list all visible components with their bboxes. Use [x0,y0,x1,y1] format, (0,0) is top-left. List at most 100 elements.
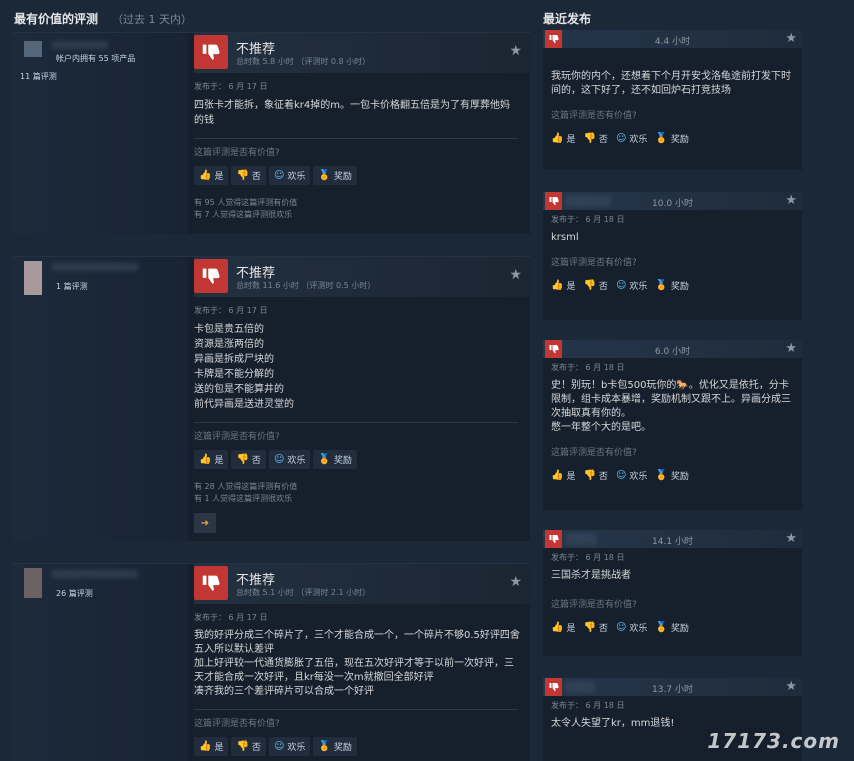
vote-no-button[interactable]: 👎 否 [583,466,607,485]
vote-funny-button[interactable]: ☺ 欢乐 [616,618,647,637]
award-button[interactable]: 🏅 奖励 [655,129,688,148]
award-button[interactable]: 🏅 奖励 [655,618,688,637]
star-icon[interactable]: ★ [509,574,522,590]
vote-yes-button[interactable]: 👍 是 [551,618,575,637]
funny-count: 有 1 人觉得这篇评测很欢乐 [194,494,293,503]
recent-review-header[interactable]: 13.7 小时 ★ [543,678,802,696]
vote-no-button[interactable]: 👎 否 [583,276,607,295]
review-text: 我的好评分成三个碎片了，三个才能合成一个，一个碎片不够0.5好评四舍五入所以默认… [194,630,520,697]
smiley-icon: ☺ [273,170,285,181]
award-button[interactable]: 🏅 奖励 [313,166,357,185]
posted-date: 发布于： 6 月 18 日 [551,553,625,562]
smiley-icon: ☺ [615,280,627,291]
vote-buttons: 👍 是 👎 否 ☺ 欢乐 🏅 奖励 [551,276,794,295]
playtime: 13.7 小时 [652,685,693,695]
star-icon[interactable]: ★ [785,193,797,208]
award-button[interactable]: 🏅 奖励 [313,737,357,756]
vote-funny-button[interactable]: ☺ 欢乐 [616,129,647,148]
funny-count: 有 7 人觉得这篇评测很欢乐 [194,210,293,219]
vote-counts: 有 28 人觉得这篇评测有价值 有 1 人觉得这篇评测很欢乐 [194,481,530,505]
posted-date: 发布于： 6 月 18 日 [551,363,625,372]
vote-yes-button[interactable]: 👍 是 [194,450,229,469]
award-label: 奖励 [670,282,689,292]
vote-buttons: 👍 是 👎 否 ☺ 欢乐 🏅 奖励 [194,737,530,756]
vote-funny-label: 欢乐 [629,282,648,292]
review-count[interactable]: 1 篇评测 [56,281,88,292]
vote-no-button[interactable]: 👎 否 [583,618,607,637]
vote-no-label: 否 [598,624,608,634]
recent-review-header[interactable]: 10.0 小时 ★ [543,192,802,210]
vote-funny-label: 欢乐 [287,172,306,182]
vote-yes-label: 是 [214,743,224,753]
posted-date: 发布于： 6 月 17 日 [194,306,268,315]
award-label: 奖励 [670,624,689,634]
review-text: 我玩你的内个，还想着下个月开安戈洛龟途前打发下时间的，这下好了，还不如回炉石打竞… [551,71,791,96]
star-icon[interactable]: ★ [785,341,797,356]
vote-yes-button[interactable]: 👍 是 [551,129,575,148]
products-owned[interactable]: 帐户内拥有 55 项产品 [56,53,135,64]
posted-date: 发布于： 6 月 18 日 [551,701,625,710]
vote-header[interactable]: 不推荐 总时数 5.1 小时 （评测时 2.1 小时） ★ [194,564,530,604]
review-count[interactable]: 11 篇评测 [20,71,57,82]
vote-no-label: 否 [598,135,608,145]
star-icon[interactable]: ★ [785,31,797,46]
vote-no-button[interactable]: 👎 否 [231,166,266,185]
award-label: 奖励 [670,472,689,482]
star-icon[interactable]: ★ [509,267,522,283]
recent-review-header[interactable]: 4.4 小时 ★ [543,30,802,48]
vote-counts: 有 95 人觉得这篇评测有价值 有 7 人觉得这篇评测很欢乐 [194,197,530,221]
vote-yes-button[interactable]: 👍 是 [194,166,229,185]
star-icon[interactable]: ★ [785,531,797,546]
smiley-icon: ☺ [615,133,627,144]
review-card: 26 篇评测 不推荐 总时数 5.1 小时 （评测时 2.1 小时） ★ 发布于… [12,563,530,761]
vote-funny-button[interactable]: ☺ 欢乐 [268,166,311,185]
vote-funny-button[interactable]: ☺ 欢乐 [616,276,647,295]
vote-no-button[interactable]: 👎 否 [583,129,607,148]
vote-yes-label: 是 [566,472,576,482]
smiley-icon: ☺ [615,622,627,633]
recent-review-header[interactable]: 14.1 小时 ★ [543,530,802,548]
recent-review-header[interactable]: 6.0 小时 ★ [543,340,802,358]
vote-yes-label: 是 [566,624,576,634]
award-button[interactable]: 🏅 奖励 [655,276,688,295]
star-icon[interactable]: ★ [509,43,522,59]
avatar[interactable] [24,41,42,57]
vote-yes-button[interactable]: 👍 是 [194,737,229,756]
review-count[interactable]: 26 篇评测 [56,588,93,599]
vote-no-button[interactable]: 👎 否 [231,450,266,469]
blurred-username [52,263,138,271]
thumbs-down-icon [194,35,228,69]
award-button[interactable]: 🏅 奖励 [313,450,357,469]
vote-funny-label: 欢乐 [287,456,306,466]
helpful-question: 这篇评测是否有价值? [551,600,637,610]
avatar[interactable] [24,261,42,295]
blurred-username [52,41,108,49]
vote-yes-button[interactable]: 👍 是 [551,466,575,485]
award-label: 奖励 [670,135,689,145]
posted-date: 发布于： 6 月 18 日 [551,215,625,224]
divider [194,422,518,423]
vote-no-label: 否 [598,282,608,292]
thumbs-down-icon [194,259,228,293]
vote-yes-button[interactable]: 👍 是 [551,276,575,295]
vote-no-button[interactable]: 👎 否 [231,737,266,756]
star-icon[interactable]: ★ [785,679,797,694]
thumbs-up-icon: 👍 [551,280,564,291]
helpful-question: 这篇评测是否有价值? [194,719,280,729]
thumbs-up-icon: 👍 [199,741,212,752]
vote-header[interactable]: 不推荐 总时数 5.8 小时 （评测时 0.8 小时） ★ [194,33,530,73]
vote-no-label: 否 [251,172,261,182]
recent-heading: 最近发布 [543,12,592,26]
review-author: 帐户内拥有 55 项产品 11 篇评测 [12,33,188,234]
award-button[interactable]: 🏅 奖励 [655,466,688,485]
award-label: 奖励 [333,456,352,466]
vote-funny-button[interactable]: ☺ 欢乐 [268,450,311,469]
avatar[interactable] [24,568,42,598]
vote-funny-button[interactable]: ☺ 欢乐 [616,466,647,485]
vote-header[interactable]: 不推荐 总时数 11.6 小时 （评测时 0.5 小时） ★ [194,257,530,297]
helpful-count: 有 28 人觉得这篇评测有价值 [194,482,298,491]
vote-funny-button[interactable]: ☺ 欢乐 [268,737,311,756]
reaction-award-icon[interactable]: ➜ [194,513,216,533]
smiley-icon: ☺ [273,741,285,752]
playtime: 14.1 小时 [652,537,693,547]
